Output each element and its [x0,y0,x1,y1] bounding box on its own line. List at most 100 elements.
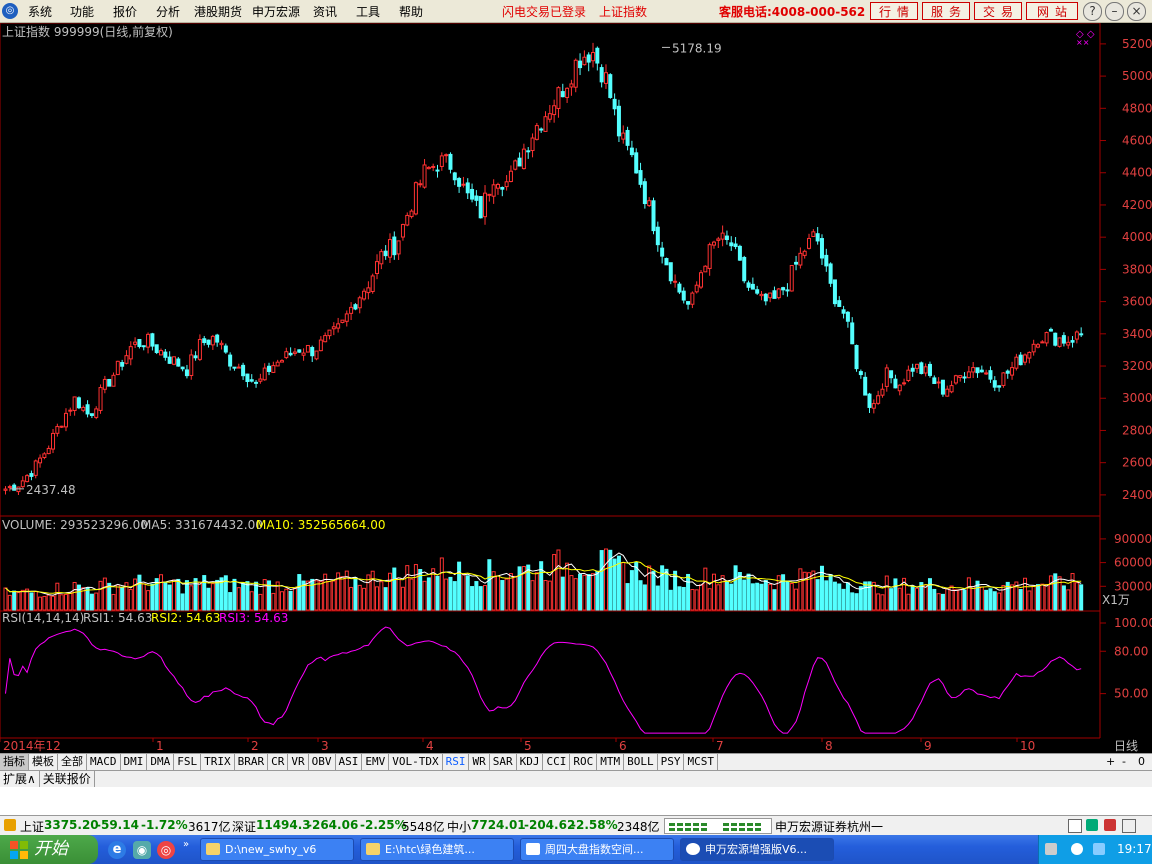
sh-name[interactable]: 上证 [20,818,44,835]
candle-body [997,385,1002,388]
menu-help[interactable]: 帮助 [399,3,423,20]
zx-name[interactable]: 中小 [447,818,471,835]
menu-swhy[interactable]: 申万宏源 [252,3,300,20]
tab-emv[interactable]: EMV [362,754,390,770]
service-button[interactable]: 服务 [922,2,970,20]
index-notice[interactable]: 上证指数 [599,3,647,20]
network-icon[interactable] [1071,843,1083,855]
app-logo-icon[interactable]: ◎ [2,3,18,19]
tab-obv[interactable]: OBV [309,754,336,770]
website-button[interactable]: 网站 [1026,2,1078,20]
tab-vol-tdx[interactable]: VOL-TDX [389,754,443,770]
candle-body [223,345,228,353]
rsi-panel[interactable]: 50.00 80.00 100.00 RSI(14,14,14) RSI1: 54.… [0,610,1152,738]
tab-vr[interactable]: VR [288,754,309,770]
candle-body [729,242,734,247]
volume-bar [746,573,751,611]
tab-rsi[interactable]: RSI [443,754,470,770]
expand-tab[interactable]: 扩展∧ [0,771,40,787]
menu-system[interactable]: 系统 [28,3,52,20]
rsi3-label: RSI3: 54.63 [219,611,288,625]
volume-bar [206,587,211,611]
volume-bar [245,581,250,611]
menu-analysis[interactable]: 分析 [156,3,180,20]
tab-asi[interactable]: ASI [336,754,363,770]
tab-wr[interactable]: WR [469,754,490,770]
tab-dma[interactable]: DMA [147,754,175,770]
tab-模板[interactable]: 模板 [29,754,58,770]
clock[interactable]: 19:17 [1117,835,1152,864]
menu-tools[interactable]: 工具 [356,3,380,20]
shield-icon[interactable] [1093,843,1105,855]
candle-body [975,367,980,374]
tab-mcst[interactable]: MCST [684,754,718,770]
ie-browser-icon[interactable]: e [108,841,126,859]
volume-panel[interactable]: 30000 60000 90000 VOLUME: 293523296.00 MA5… [0,515,1152,612]
alert-icon[interactable] [1104,819,1116,831]
related-quotes-tab[interactable]: 关联报价 [40,771,95,787]
task-index-space[interactable]: 周四大盘指数空间... [520,838,674,861]
candle-body [1040,341,1045,344]
candle-body [595,47,600,64]
volume-bar [742,579,747,611]
tab-trix[interactable]: TRIX [201,754,235,770]
zoom-in-button[interactable]: + [1106,754,1115,770]
keyboard-icon[interactable] [1045,843,1057,855]
candle-body [711,241,716,246]
volume-bar [470,586,475,611]
candle-body [366,287,371,294]
candle-body [128,346,133,360]
kline-chart[interactable]: 2400 2600 2800 3000 3200 3400 3600 3800 4000 4200… [0,23,1152,738]
tab-sar[interactable]: SAR [490,754,517,770]
market-meter-icon [664,818,772,834]
menu-hk-futures[interactable]: 港股期货 [194,3,242,20]
tab-指标[interactable]: 指标 [0,754,29,770]
tab-cci[interactable]: CCI [543,754,571,770]
window-icon[interactable] [1068,819,1082,833]
candle-body [465,182,470,194]
tab-roc[interactable]: ROC [570,754,598,770]
candle-body [686,301,691,305]
candle-body [76,397,81,409]
sz-pct: -2.25% [360,818,407,832]
period-label[interactable]: 日线 [1114,739,1138,753]
price-panel[interactable]: 2400 2600 2800 3000 3200 3400 3600 3800 4000 4200… [0,23,1152,517]
help-icon[interactable]: ? [1083,2,1102,21]
tab-dmi[interactable]: DMI [121,754,148,770]
tab-macd[interactable]: MACD [87,754,121,770]
candle-body [383,250,388,257]
tab-kdj[interactable]: KDJ [517,754,544,770]
rsi-tick-label: 50.00 [1114,687,1148,701]
tab-boll[interactable]: BOLL [624,754,658,770]
candle-body [681,290,686,301]
menu-function[interactable]: 功能 [70,3,94,20]
candle-body [176,358,181,367]
tab-fsl[interactable]: FSL [174,754,202,770]
browser-icon[interactable]: ◎ [157,841,175,859]
settings-icon[interactable] [1122,819,1136,833]
trade-button[interactable]: 交易 [974,2,1022,20]
tab-cr[interactable]: CR [268,754,289,770]
close-icon[interactable]: × [1127,2,1146,21]
tab-mtm[interactable]: MTM [597,754,625,770]
flash-trade-notice[interactable]: 闪电交易已登录 [502,3,586,20]
minimize-icon[interactable]: – [1105,2,1124,21]
reset-button[interactable]: 0 [1138,754,1145,770]
tab-psy[interactable]: PSY [658,754,685,770]
tab-brar[interactable]: BRAR [235,754,269,770]
task-green-building[interactable]: E:\htc\绿色建筑... [360,838,514,861]
media-icon[interactable]: ◉ [133,841,151,859]
task-new-swhy[interactable]: D:\new_swhy_v6 [200,838,354,861]
zoom-out-button[interactable]: - [1122,754,1126,770]
candle-body [811,231,816,238]
menu-quote[interactable]: 报价 [113,3,137,20]
task-swhy-app[interactable]: 申万宏源增强版V6... [680,838,834,861]
quotes-button[interactable]: 行情 [870,2,918,20]
signal-icon[interactable] [1086,819,1098,831]
candle-body [884,367,889,387]
menu-info[interactable]: 资讯 [313,3,337,20]
more-icon[interactable]: » [183,839,189,850]
sz-name[interactable]: 深证 [232,818,256,835]
tab-全部[interactable]: 全部 [58,754,87,770]
task-label: 申万宏源增强版V6... [705,843,808,856]
